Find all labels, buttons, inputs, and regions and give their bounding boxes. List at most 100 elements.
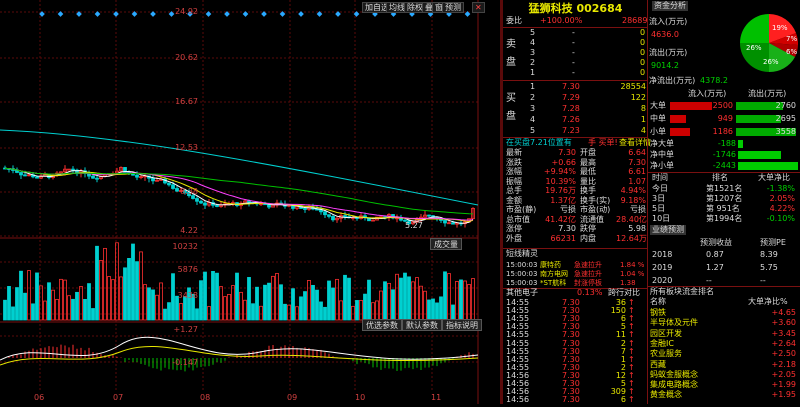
quote-label: 最新 — [506, 148, 522, 157]
concept-ratio: +2.18 — [771, 359, 796, 369]
volume-bar — [215, 272, 219, 321]
default-params-button[interactable]: 默认参数 — [402, 319, 442, 331]
candle-body — [35, 176, 39, 179]
candle-body — [167, 182, 171, 186]
sell-volume: 0 — [640, 58, 646, 67]
concepts-title[interactable]: 所有板块流金排名 — [650, 287, 714, 297]
optimal-params-button[interactable]: 优选参数 — [362, 319, 402, 331]
quote-value-2: 12.64万 — [616, 233, 647, 243]
concept-name[interactable]: 金融IC — [650, 339, 674, 349]
buy-level: 2 — [530, 93, 536, 102]
concept-name[interactable]: 西藏 — [650, 360, 666, 370]
volume-bar — [255, 286, 259, 321]
alert-event[interactable]: 封涨停板 — [574, 278, 602, 288]
volume-bar — [387, 282, 391, 321]
rank-position: 第1521名 — [706, 184, 743, 193]
concept-name[interactable]: 钢铁 — [650, 308, 666, 318]
volume-bar — [243, 299, 247, 321]
rank-header-time: 时间 — [652, 173, 668, 182]
volume-bar — [435, 302, 439, 321]
indicator-help-button[interactable]: 指标说明 — [442, 319, 482, 331]
volume-bar — [379, 290, 383, 321]
quote-label: 总手 — [506, 186, 522, 195]
buy-price: 7.30 — [562, 82, 580, 91]
volume-bar — [459, 279, 463, 321]
alert-time[interactable]: 15:00:03 — [506, 278, 537, 288]
volume-bar — [211, 271, 215, 321]
volume-bar — [295, 306, 299, 321]
rank-ratio: 2.05% — [769, 194, 795, 203]
volume-bar — [339, 300, 343, 321]
volume-bar — [319, 301, 323, 321]
volume-bar — [323, 306, 327, 321]
volume-bar — [131, 243, 135, 321]
forecast-button[interactable]: 预测 — [442, 2, 464, 13]
quote-banner-2[interactable]: 手 买单! — [588, 138, 618, 148]
candle-body — [215, 204, 219, 207]
concept-ratio: +3.45 — [771, 328, 796, 338]
volume-bar — [275, 273, 279, 321]
panel-divider[interactable] — [500, 0, 503, 404]
kline-chart-area[interactable]: 加自选 均线 除权 叠 窗 预测 ✕ 24.92 20.62 16.67 12.… — [0, 0, 500, 404]
rank-ratio: 4.22% — [769, 204, 795, 213]
date-tick: 09 — [287, 393, 298, 402]
concept-name[interactable]: 蚂蚁金服概念 — [650, 370, 698, 380]
rank-period: 10日 — [652, 214, 671, 223]
forecast-year: 2020 — [652, 276, 673, 285]
concept-name[interactable]: 农业服务 — [650, 349, 682, 359]
concept-name[interactable]: 黄金概念 — [650, 390, 682, 400]
close-icon[interactable]: ✕ — [472, 2, 485, 13]
net-row-label: 净小单 — [650, 161, 674, 170]
volume-bar — [75, 291, 79, 321]
forecast-pe-header: 预测PE — [760, 238, 786, 247]
sell-label: 卖 — [506, 39, 516, 50]
sector-tab[interactable]: 其他电子 — [506, 288, 538, 298]
volume-bar — [367, 279, 371, 321]
alerts-title[interactable]: 短线精灵 — [506, 249, 538, 259]
alert-value[interactable]: 1.38 — [620, 278, 636, 288]
volume-bar — [55, 299, 59, 321]
rank-period: 5日 — [652, 204, 666, 213]
volume-bar — [247, 277, 251, 321]
volume-bar — [311, 284, 315, 321]
alert-stock[interactable]: *ST航科 — [540, 278, 566, 288]
volume-bar — [27, 270, 31, 321]
date-tick: 11 — [431, 393, 442, 402]
volume-bar — [7, 286, 11, 321]
volume-bar — [171, 273, 175, 321]
concept-name[interactable]: 园区开发 — [650, 329, 682, 339]
flow-in-value: 2500 — [712, 101, 733, 110]
weibi-label: 委比 — [506, 16, 522, 25]
pie-label: 26% — [763, 58, 779, 66]
sell-price: - — [572, 48, 575, 57]
volume-bar — [127, 258, 131, 321]
forecast-tab[interactable]: 业绩预测 — [650, 225, 686, 235]
concept-name[interactable]: 半导体及元件 — [650, 318, 698, 328]
kline-chart-svg[interactable] — [0, 0, 500, 404]
quote-label-2: 内盘 — [580, 233, 596, 243]
volume-bar — [199, 280, 203, 321]
candle-body — [427, 214, 431, 217]
volume-bar — [155, 294, 159, 321]
cross-compare-tab[interactable]: 跨行对比 — [608, 288, 640, 298]
date-tick: 08 — [200, 393, 211, 402]
volume-bar — [315, 289, 319, 321]
macd-tick: -0.147 — [172, 358, 198, 367]
buy-volume: 4 — [640, 126, 646, 135]
quote-banner[interactable]: 在买盘7.21位置有 — [506, 138, 572, 148]
volume-indicator-tab[interactable]: 成交量 — [430, 238, 462, 250]
low-price-label: 5.27 — [405, 221, 423, 230]
volume-bar — [299, 296, 303, 321]
forecast-pe: -- — [760, 276, 766, 285]
buy-volume: 28554 — [620, 82, 646, 91]
quote-label-2: 量比 — [580, 176, 596, 186]
flow-in-value: 1186 — [712, 127, 733, 136]
event-marker-icon — [298, 11, 304, 17]
volume-bar — [31, 303, 35, 321]
sell-price: - — [572, 28, 575, 37]
volume-bar — [347, 277, 351, 321]
flow-in-bar — [670, 128, 690, 136]
fund-analysis-tab[interactable]: 资金分析 — [652, 1, 688, 11]
concept-name[interactable]: 集成电路概念 — [650, 380, 698, 390]
flow-row-label: 中单 — [650, 114, 666, 123]
